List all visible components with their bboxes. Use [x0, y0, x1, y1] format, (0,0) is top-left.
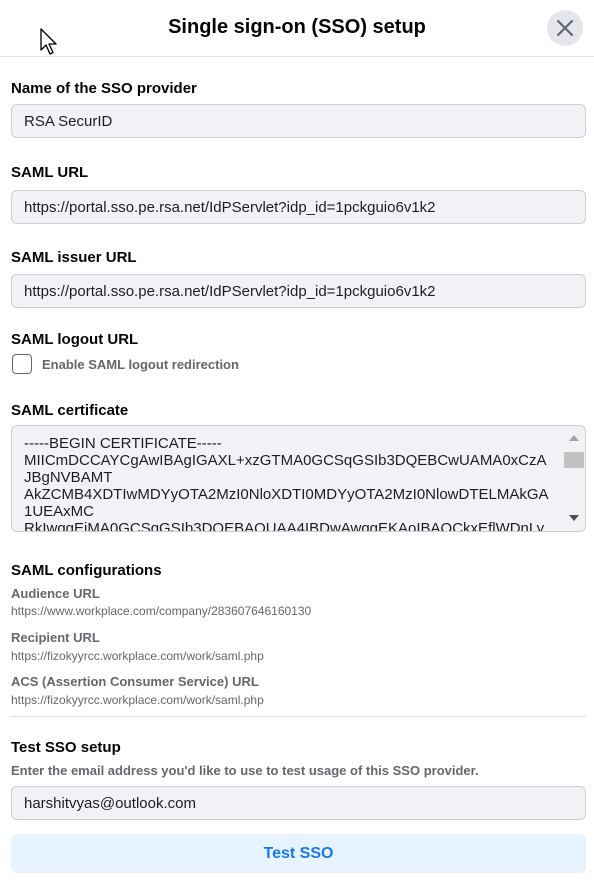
scrollbar-thumb[interactable]	[564, 452, 584, 468]
saml-url-label: SAML URL	[11, 164, 89, 181]
test-sso-setup-label: Test SSO setup	[11, 739, 121, 756]
saml-logout-url-label: SAML logout URL	[11, 331, 139, 348]
saml-issuer-url-label: SAML issuer URL	[11, 249, 137, 266]
close-icon	[556, 19, 574, 37]
saml-logout-checkbox[interactable]	[12, 354, 32, 374]
close-button[interactable]	[547, 10, 583, 46]
audience-url-value: https://www.workplace.com/company/283607…	[11, 604, 312, 618]
saml-issuer-url-input[interactable]	[11, 274, 586, 308]
saml-certificate-text: -----BEGIN CERTIFICATE----- MIICmDCCAYCg…	[24, 435, 549, 532]
divider	[11, 716, 586, 717]
scroll-up-arrow-icon[interactable]	[568, 434, 580, 442]
mouse-cursor-icon	[40, 28, 57, 55]
saml-configurations-label: SAML configurations	[11, 562, 162, 579]
recipient-url-value: https://fizokyyrcc.workplace.com/work/sa…	[11, 649, 264, 663]
recipient-url-label: Recipient URL	[11, 630, 100, 645]
test-sso-button[interactable]: Test SSO	[11, 834, 586, 873]
dialog-header: Single sign-on (SSO) setup	[0, 0, 594, 57]
provider-name-input[interactable]	[11, 104, 586, 138]
saml-certificate-textarea[interactable]: -----BEGIN CERTIFICATE----- MIICmDCCAYCg…	[11, 425, 586, 532]
saml-certificate-label: SAML certificate	[11, 402, 129, 419]
saml-logout-checkbox-label[interactable]: Enable SAML logout redirection	[42, 357, 239, 372]
scroll-down-arrow-icon[interactable]	[568, 514, 580, 522]
test-email-input[interactable]	[11, 786, 586, 820]
dialog-title: Single sign-on (SSO) setup	[168, 16, 426, 38]
saml-url-input[interactable]	[11, 190, 586, 224]
test-sso-hint: Enter the email address you'd like to us…	[11, 763, 479, 778]
provider-name-label: Name of the SSO provider	[11, 80, 197, 97]
acs-url-value: https://fizokyyrcc.workplace.com/work/sa…	[11, 693, 264, 707]
audience-url-label: Audience URL	[11, 586, 100, 601]
acs-url-label: ACS (Assertion Consumer Service) URL	[11, 674, 259, 689]
